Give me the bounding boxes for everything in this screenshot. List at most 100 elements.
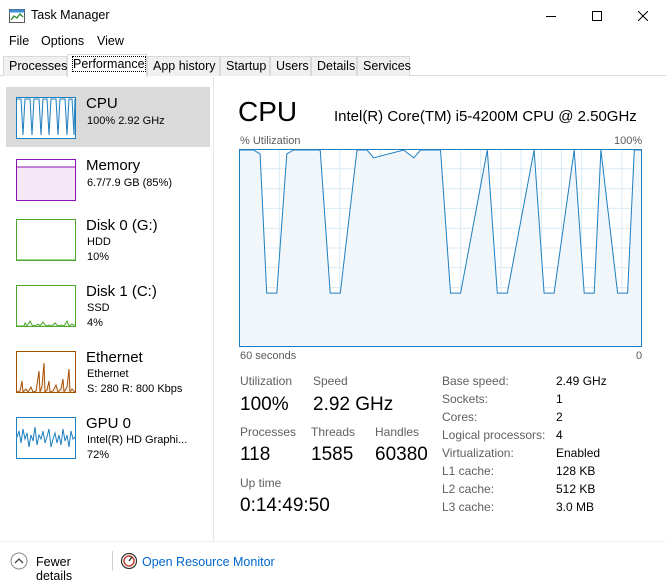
sidebar-item-memory[interactable]: Memory 6.7/7.9 GB (85%) bbox=[6, 149, 210, 209]
spec-value-base-speed: 2.49 GHz bbox=[556, 374, 607, 388]
spec-label-virtualization: Virtualization: bbox=[442, 446, 514, 460]
speed-label: Speed bbox=[313, 374, 348, 388]
disk1-thumbnail-graph bbox=[16, 285, 76, 327]
maximize-button[interactable] bbox=[574, 0, 620, 31]
tab-startup[interactable]: Startup bbox=[220, 56, 270, 76]
disk0-thumbnail-graph bbox=[16, 219, 76, 261]
fewer-details-button[interactable]: Fewer details bbox=[10, 551, 110, 583]
threads-value: 1585 bbox=[311, 444, 354, 465]
footer-bar: Fewer details Open Resource Monitor bbox=[0, 541, 666, 586]
tab-label: Performance bbox=[72, 56, 146, 72]
menu-file[interactable]: File bbox=[9, 34, 29, 48]
spec-value-cores: 2 bbox=[556, 410, 563, 424]
sidebar-sub-disk-0-type: HDD bbox=[87, 236, 111, 248]
cpu-thumbnail-graph bbox=[16, 97, 76, 139]
graph-y-max-label: 100% bbox=[614, 135, 643, 147]
sidebar-title-disk-1: Disk 1 (C:) bbox=[86, 283, 157, 300]
tab-label: Details bbox=[317, 59, 356, 73]
uptime-label: Up time bbox=[240, 476, 282, 490]
utilization-label: Utilization bbox=[240, 374, 293, 388]
spec-label-cores: Cores: bbox=[442, 410, 478, 424]
gpu-thumbnail-graph bbox=[16, 417, 76, 459]
minimize-button[interactable] bbox=[528, 0, 574, 31]
spec-label-sockets: Sockets: bbox=[442, 392, 489, 406]
open-resource-monitor-link[interactable]: Open Resource Monitor bbox=[120, 551, 280, 573]
spec-value-sockets: 1 bbox=[556, 392, 563, 406]
processes-label: Processes bbox=[240, 425, 297, 439]
sidebar-item-ethernet[interactable]: Ethernet Ethernet S: 280 R: 800 Kbps bbox=[6, 341, 210, 401]
spec-label-l2-cache: L2 cache: bbox=[442, 482, 495, 496]
spec-value-l1-cache: 128 KB bbox=[556, 464, 596, 478]
tab-services[interactable]: Services bbox=[357, 56, 411, 76]
ethernet-thumbnail-graph bbox=[16, 351, 76, 393]
sidebar-sub-gpu-util: 72% bbox=[87, 449, 110, 461]
spec-label-l1-cache: L1 cache: bbox=[442, 464, 495, 478]
menu-view[interactable]: View bbox=[97, 34, 124, 48]
sidebar-sub-ethernet-name: Ethernet bbox=[87, 368, 129, 380]
sidebar-sub-memory: 6.7/7.9 GB (85%) bbox=[87, 177, 172, 189]
window-title: Task Manager bbox=[31, 8, 110, 22]
handles-label: Handles bbox=[375, 425, 420, 439]
cpu-model-name: Intel(R) Core(TM) i5-4200M CPU @ 2.50GHz bbox=[334, 108, 637, 125]
tab-label: App history bbox=[153, 59, 216, 73]
graph-x-min-label: 0 bbox=[636, 350, 643, 362]
close-button[interactable] bbox=[620, 0, 666, 31]
spec-label-l3-cache: L3 cache: bbox=[442, 500, 495, 514]
open-resource-monitor-label[interactable]: Open Resource Monitor bbox=[142, 555, 275, 569]
spec-label-base-speed: Base speed: bbox=[442, 374, 509, 388]
chevron-up-icon bbox=[10, 552, 28, 570]
tab-label: Services bbox=[363, 59, 411, 73]
spec-label-logical-processors: Logical processors: bbox=[442, 428, 546, 442]
uptime-value: 0:14:49:50 bbox=[240, 495, 330, 516]
task-manager-icon bbox=[9, 9, 25, 23]
sidebar-sub-disk-0-util: 10% bbox=[87, 251, 110, 263]
fewer-details-label: Fewer details bbox=[36, 555, 73, 583]
minimize-icon bbox=[546, 15, 556, 17]
sidebar-sub-gpu-name: Intel(R) HD Graphi... bbox=[87, 434, 188, 446]
sidebar-item-disk-0[interactable]: Disk 0 (G:) HDD 10% bbox=[6, 209, 210, 269]
tab-processes[interactable]: Processes bbox=[3, 56, 67, 76]
title-bar[interactable]: Task Manager bbox=[0, 0, 666, 31]
maximize-icon bbox=[592, 10, 602, 21]
sidebar-title-ethernet: Ethernet bbox=[86, 349, 143, 366]
sidebar-sub-disk-1-util: 4% bbox=[87, 317, 103, 329]
cpu-utilization-graph bbox=[239, 149, 642, 347]
tab-label: Startup bbox=[226, 59, 267, 73]
threads-label: Threads bbox=[311, 425, 356, 439]
tab-users[interactable]: Users bbox=[270, 56, 311, 76]
resource-sidebar: CPU 100% 2.92 GHz Memory 6.7/7.9 GB (85%… bbox=[0, 77, 214, 541]
spec-value-l2-cache: 512 KB bbox=[556, 482, 596, 496]
graph-y-label: % Utilization bbox=[240, 135, 301, 147]
tab-app-history[interactable]: App history bbox=[147, 56, 220, 76]
menu-options[interactable]: Options bbox=[41, 34, 84, 48]
spec-value-l3-cache: 3.0 MB bbox=[556, 500, 595, 514]
utilization-value: 100% bbox=[240, 394, 289, 415]
footer-divider bbox=[112, 551, 113, 571]
sidebar-sub-cpu: 100% 2.92 GHz bbox=[87, 115, 165, 127]
sidebar-title-memory: Memory bbox=[86, 157, 141, 174]
sidebar-title-gpu-0: GPU 0 bbox=[86, 415, 132, 432]
tab-label: Processes bbox=[9, 59, 68, 73]
handles-value: 60380 bbox=[375, 444, 428, 465]
memory-thumbnail-graph bbox=[16, 159, 76, 201]
tab-bar: Processes Performance App history Startu… bbox=[0, 54, 666, 77]
sidebar-sub-disk-1-type: SSD bbox=[87, 302, 110, 314]
sidebar-item-gpu-0[interactable]: GPU 0 Intel(R) HD Graphi... 72% bbox=[6, 407, 210, 467]
page-title: CPU bbox=[238, 96, 298, 127]
sidebar-item-disk-1[interactable]: Disk 1 (C:) SSD 4% bbox=[6, 275, 210, 335]
tab-details[interactable]: Details bbox=[311, 56, 357, 76]
close-icon bbox=[638, 10, 648, 21]
sidebar-sub-ethernet-rate: S: 280 R: 800 Kbps bbox=[87, 383, 183, 395]
task-manager-window: Task Manager File Options View Processes… bbox=[0, 0, 666, 586]
spec-value-virtualization: Enabled bbox=[556, 446, 601, 460]
sidebar-title-disk-0: Disk 0 (G:) bbox=[86, 217, 158, 234]
resource-monitor-icon bbox=[120, 552, 138, 570]
tab-performance[interactable]: Performance bbox=[67, 54, 147, 77]
spec-value-logical-processors: 4 bbox=[556, 428, 563, 442]
menu-bar: File Options View bbox=[0, 31, 666, 51]
tab-label: Users bbox=[276, 59, 309, 73]
speed-value: 2.92 GHz bbox=[313, 394, 394, 415]
sidebar-title-cpu: CPU bbox=[86, 95, 118, 112]
sidebar-item-cpu[interactable]: CPU 100% 2.92 GHz bbox=[6, 87, 210, 147]
graph-x-label: 60 seconds bbox=[240, 350, 297, 362]
